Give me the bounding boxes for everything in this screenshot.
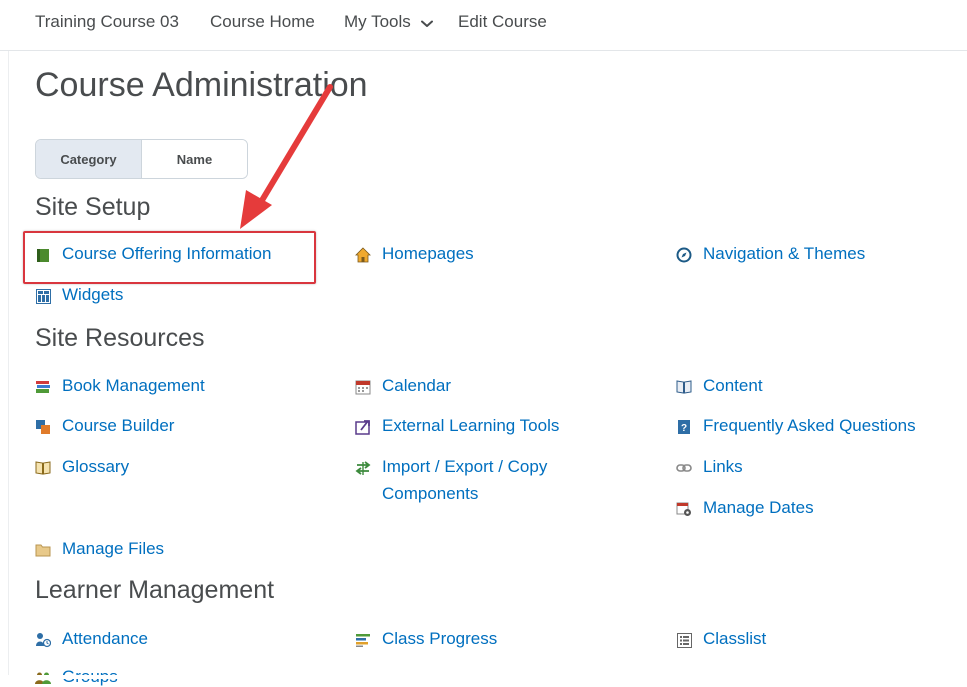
link-manage-dates[interactable]: Manage Dates (676, 498, 814, 518)
import-export-icon (355, 460, 371, 476)
link-label: Links (703, 457, 743, 476)
faq-icon: ? (676, 419, 692, 435)
link-book-management[interactable]: Book Management (35, 376, 205, 396)
link-manage-files[interactable]: Manage Files (35, 539, 164, 559)
link-import-export-copy-components[interactable]: Import / Export / Copy Components (355, 457, 582, 507)
top-navigation-bar: Training Course 03 Course Home My Tools … (0, 0, 967, 51)
toggle-name[interactable]: Name (142, 140, 247, 178)
link-label: External Learning Tools (382, 416, 560, 435)
link-classlist[interactable]: Classlist (676, 629, 766, 649)
link-widgets[interactable]: Widgets (35, 285, 123, 305)
classlist-icon (676, 632, 692, 648)
nav-my-tools-label: My Tools (344, 12, 411, 31)
open-book-icon (676, 379, 692, 395)
link-content[interactable]: Content (676, 376, 763, 396)
builder-icon (35, 419, 51, 435)
books-icon (35, 379, 51, 395)
link-label: Homepages (382, 244, 474, 263)
calendar-gear-icon (676, 501, 692, 517)
external-tool-icon (355, 419, 371, 435)
compass-icon (676, 247, 692, 263)
link-frequently-asked-questions[interactable]: ? Frequently Asked Questions (676, 416, 916, 436)
link-calendar[interactable]: Calendar (355, 376, 451, 396)
link-homepages[interactable]: Homepages (355, 244, 474, 264)
page-title: Course Administration (35, 66, 368, 104)
link-external-learning-tools[interactable]: External Learning Tools (355, 416, 559, 436)
link-label: Import / Export / Copy Components (382, 457, 548, 503)
nav-course-title[interactable]: Training Course 03 (35, 12, 179, 32)
link-attendance[interactable]: Attendance (35, 629, 148, 649)
link-class-progress[interactable]: Class Progress (355, 629, 497, 649)
link-label: Frequently Asked Questions (703, 416, 916, 435)
link-navigation-themes[interactable]: Navigation & Themes (676, 244, 865, 264)
link-glossary[interactable]: Glossary (35, 457, 129, 477)
link-label: Class Progress (382, 629, 498, 648)
highlight-box (23, 231, 316, 284)
link-label: Attendance (62, 629, 149, 648)
link-label: Calendar (382, 376, 451, 395)
link-label: Classlist (703, 629, 767, 648)
link-label: Navigation & Themes (703, 244, 866, 263)
home-icon (355, 247, 371, 263)
nav-course-home[interactable]: Course Home (210, 12, 315, 32)
folder-icon (35, 542, 51, 558)
link-course-builder[interactable]: Course Builder (35, 416, 174, 436)
progress-icon (355, 632, 371, 648)
section-heading-site-resources: Site Resources (35, 324, 205, 352)
section-heading-learner-management: Learner Management (35, 576, 275, 604)
attendance-icon (35, 632, 51, 648)
link-label: Widgets (62, 285, 124, 304)
toggle-category[interactable]: Category (36, 140, 142, 178)
chevron-down-icon (420, 13, 433, 33)
section-heading-site-setup: Site Setup (35, 193, 151, 221)
link-label: Glossary (62, 457, 130, 476)
widgets-icon (35, 288, 51, 304)
link-links[interactable]: Links (676, 457, 743, 477)
link-label: Content (703, 376, 763, 395)
link-icon (676, 460, 692, 476)
glossary-icon (35, 460, 51, 476)
svg-text:?: ? (681, 423, 687, 434)
link-label: Course Builder (62, 416, 175, 435)
nav-edit-course[interactable]: Edit Course (458, 12, 547, 32)
view-toggle: Category Name (35, 139, 248, 179)
bottom-divider (0, 675, 967, 679)
link-label: Book Management (62, 376, 205, 395)
link-label: Manage Dates (703, 498, 814, 517)
nav-my-tools[interactable]: My Tools (344, 12, 433, 33)
link-label: Manage Files (62, 539, 165, 558)
calendar-icon (355, 379, 371, 395)
